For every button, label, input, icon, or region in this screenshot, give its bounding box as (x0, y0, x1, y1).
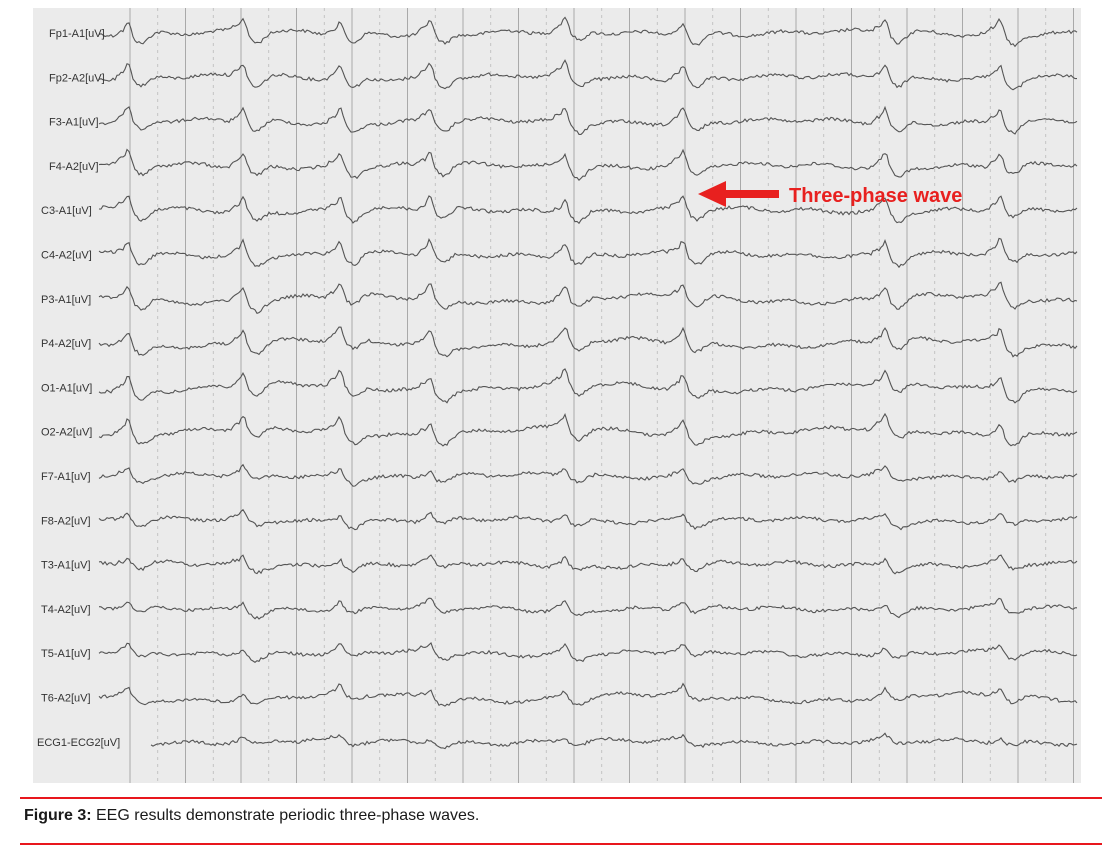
eeg-trace (98, 554, 1078, 575)
eeg-trace (98, 463, 1078, 487)
eeg-trace (98, 237, 1078, 269)
channel-label: F4-A2[uV] (49, 161, 99, 173)
channel-label: T6-A2[uV] (41, 693, 91, 705)
channel-label: T5-A1[uV] (41, 648, 91, 660)
caption-text: EEG results demonstrate periodic three-p… (91, 807, 480, 824)
eeg-trace (98, 326, 1078, 358)
channel-label: T4-A2[uV] (41, 604, 91, 616)
channel-label: P4-A2[uV] (41, 338, 91, 350)
arrow-head-icon (698, 181, 726, 207)
arrow-shaft (725, 190, 779, 198)
channel-label: Fp1-A1[uV] (49, 28, 105, 40)
eeg-grid (129, 8, 1074, 783)
eeg-trace (98, 412, 1078, 447)
eeg-chart: Fp1-A1[uV] Fp2-A2[uV] F3-A1[uV] F4-A2[uV] C3… (37, 8, 1078, 783)
channel-label: T3-A1[uV] (41, 560, 91, 572)
three-phase-annotation: Three-phase wave (698, 181, 962, 207)
channel-label: Fp2-A2[uV] (49, 72, 105, 84)
eeg-trace (98, 368, 1078, 404)
channel-label: O1-A1[uV] (41, 382, 92, 394)
eeg-trace (98, 508, 1078, 531)
eeg-trace (98, 16, 1078, 48)
eeg-trace (98, 642, 1078, 663)
eeg-trace (98, 682, 1078, 707)
figure-caption: Figure 3: EEG results demonstrate period… (24, 807, 479, 825)
eeg-trace (150, 732, 1078, 750)
caption-label: Figure 3: (24, 807, 92, 824)
channel-label: F7-A1[uV] (41, 471, 91, 483)
eeg-trace (98, 597, 1077, 620)
channel-label: F8-A2[uV] (41, 515, 91, 527)
channel-label: F3-A1[uV] (49, 117, 99, 129)
caption-rule-top (20, 797, 1102, 799)
eeg-trace (98, 105, 1078, 135)
channel-label: C4-A2[uV] (41, 250, 92, 262)
channel-labels: Fp1-A1[uV] Fp2-A2[uV] F3-A1[uV] F4-A2[uV] C3… (37, 28, 120, 749)
eeg-trace (98, 59, 1077, 91)
eeg-traces (98, 16, 1078, 750)
annotation-label: Three-phase wave (789, 185, 962, 207)
channel-label: C3-A1[uV] (41, 205, 92, 217)
channel-label: P3-A1[uV] (41, 294, 91, 306)
channel-label: ECG1-ECG2[uV] (37, 737, 120, 749)
channel-label: O2-A2[uV] (41, 427, 92, 439)
eeg-trace (98, 148, 1078, 182)
eeg-trace (98, 281, 1078, 314)
eeg-recording-figure: Fp1-A1[uV] Fp2-A2[uV] F3-A1[uV] F4-A2[uV] C3… (33, 8, 1081, 783)
caption-rule-bottom (20, 843, 1102, 845)
